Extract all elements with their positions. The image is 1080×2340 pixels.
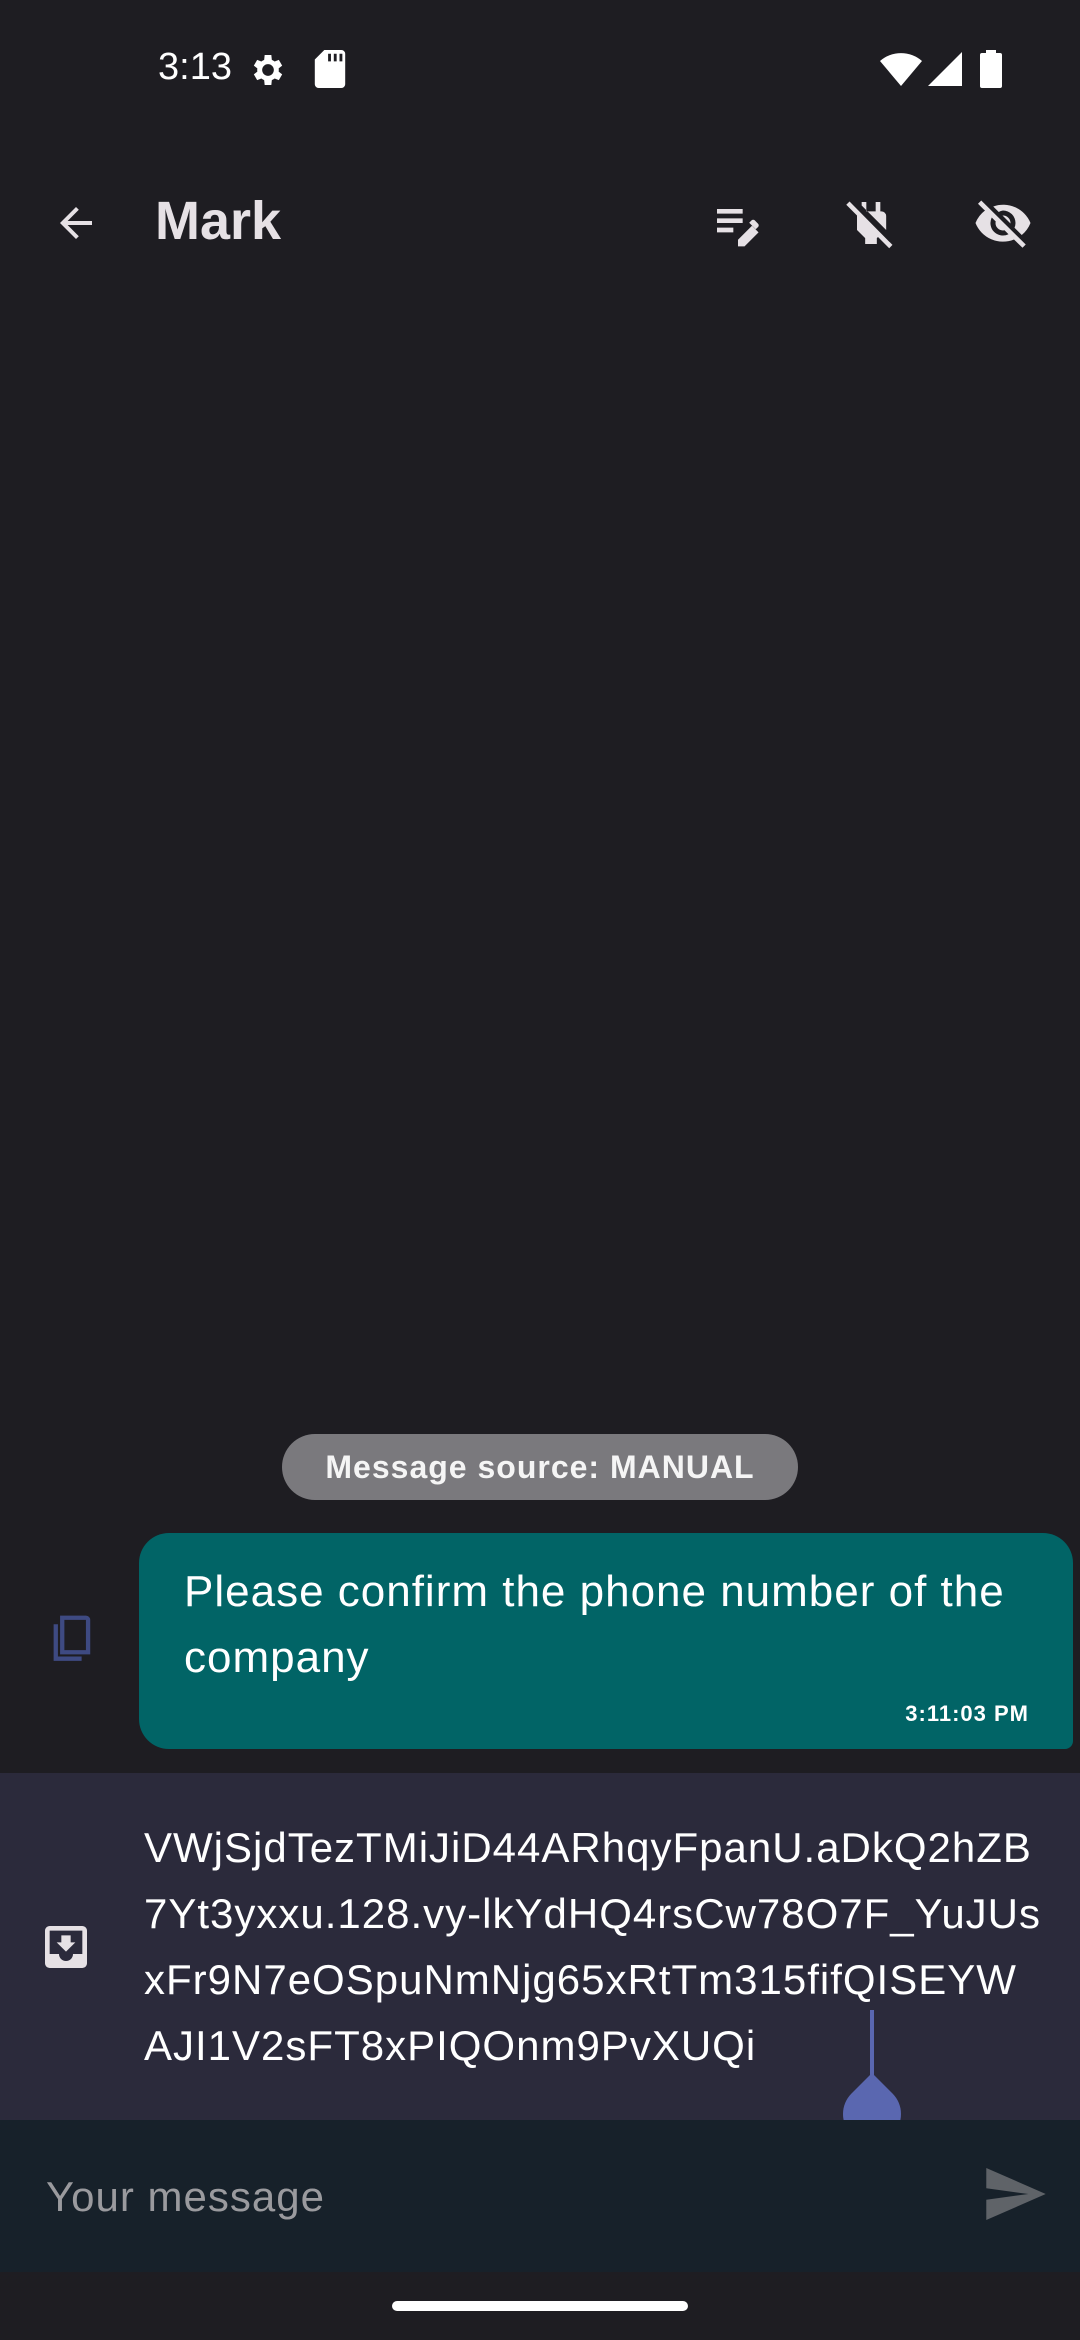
edit-note-button[interactable] xyxy=(690,177,786,273)
message-input[interactable] xyxy=(44,2148,948,2246)
conversation-title: Mark xyxy=(155,191,282,251)
status-bar: 3:13 xyxy=(0,0,1080,140)
app-bar: Mark xyxy=(0,160,1080,290)
message-text: Please confirm the phone number of the c… xyxy=(184,1567,1005,1682)
download-icon xyxy=(38,1919,94,1980)
cellular-signal-icon xyxy=(928,52,962,91)
draft-panel[interactable]: VWjSjdTezTMiJiD44ARhqyFpanU.aDkQ2hZB7Yt3… xyxy=(0,1773,1080,2120)
edit-note-icon xyxy=(710,195,766,256)
download-button[interactable] xyxy=(28,1911,104,1987)
copy-message-button[interactable] xyxy=(38,1602,108,1672)
message-timestamp: 3:11:03 PM xyxy=(905,1701,1029,1726)
back-button[interactable] xyxy=(28,177,124,273)
no-power-icon xyxy=(843,195,899,256)
power-off-button[interactable] xyxy=(823,177,919,273)
message-composer xyxy=(0,2120,1080,2272)
status-time: 3:13 xyxy=(158,46,232,88)
settings-gear-icon xyxy=(248,50,288,95)
home-indicator[interactable] xyxy=(392,2301,688,2311)
text-cursor xyxy=(870,2010,874,2078)
battery-icon xyxy=(980,50,1002,93)
draft-text[interactable]: VWjSjdTezTMiJiD44ARhqyFpanU.aDkQ2hZB7Yt3… xyxy=(144,1815,1044,2079)
message-source-chip: Message source: MANUAL xyxy=(282,1434,798,1500)
message-bubble[interactable]: Please confirm the phone number of the c… xyxy=(139,1533,1073,1749)
copy-icon xyxy=(47,1607,99,1668)
send-button[interactable] xyxy=(976,2156,1056,2236)
send-icon xyxy=(986,2167,1046,2225)
visibility-off-icon xyxy=(973,193,1033,258)
arrow-back-icon xyxy=(52,199,100,252)
visibility-off-button[interactable] xyxy=(955,177,1051,273)
sd-card-icon xyxy=(314,50,346,93)
wifi-icon xyxy=(880,52,922,91)
